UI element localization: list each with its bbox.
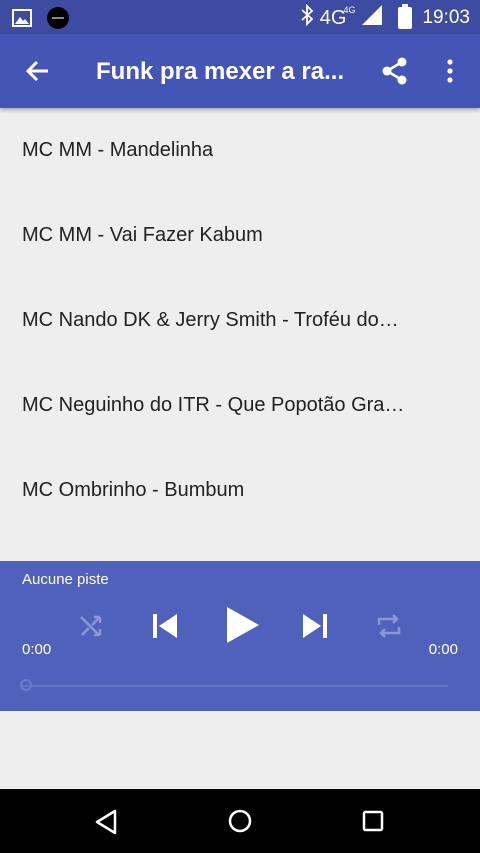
list-item[interactable]: MC MM - Vai Fazer Kabum	[0, 193, 480, 278]
skip-previous-icon[interactable]	[150, 611, 180, 641]
play-icon[interactable]	[223, 605, 261, 645]
list-item[interactable]: MC Ombrinho - Bumbum	[0, 448, 480, 533]
app-bar: Funk pra mexer a ra...	[0, 34, 480, 108]
screen: 4G 4G 19:03 Funk pra mexer a ra... MC MM…	[0, 0, 480, 853]
list-item[interactable]: MC Neguinho do ITR - Que Popotão Gra…	[0, 363, 480, 448]
media-player: Aucune piste 0:00 0:00	[0, 561, 480, 711]
list-item[interactable]: MC MM - Mandelinha	[0, 108, 480, 193]
app-logo-icon	[46, 6, 70, 35]
nav-recents-icon[interactable]	[362, 810, 384, 837]
network-label: 4G	[319, 6, 347, 29]
nav-home-icon[interactable]	[228, 809, 252, 838]
bluetooth-icon	[300, 3, 314, 32]
page-title: Funk pra mexer a ra...	[96, 58, 345, 85]
now-playing-label: Aucune piste	[22, 571, 109, 588]
elapsed-time: 0:00	[22, 641, 52, 658]
status-bar: 4G 4G 19:03	[0, 0, 480, 34]
skip-next-icon[interactable]	[300, 611, 330, 641]
battery-icon	[398, 4, 413, 29]
signal-icon	[362, 5, 383, 31]
status-time: 19:03	[422, 7, 470, 28]
network-label-small: 4G	[343, 4, 356, 15]
track-title: MC Ombrinho - Bumbum	[22, 479, 245, 501]
track-title: MC Neguinho do ITR - Que Popotão Gra…	[22, 394, 405, 416]
repeat-icon[interactable]	[375, 613, 403, 639]
shuffle-icon[interactable]	[78, 613, 104, 639]
more-vert-icon[interactable]	[440, 56, 460, 86]
track-title: MC MM - Mandelinha	[22, 139, 214, 161]
back-arrow-icon[interactable]	[22, 55, 54, 87]
track-title: MC MM - Vai Fazer Kabum	[22, 224, 263, 246]
share-icon[interactable]	[380, 56, 410, 86]
list-item[interactable]: MC Nando DK & Jerry Smith - Troféu do…	[0, 278, 480, 363]
system-nav-bar	[0, 789, 480, 853]
total-duration: 0:00	[428, 641, 458, 658]
image-icon	[12, 9, 32, 32]
nav-back-icon[interactable]	[94, 809, 118, 840]
network-type: 4G 4G	[319, 5, 356, 30]
seek-thumb[interactable]	[20, 679, 32, 691]
track-title: MC Nando DK & Jerry Smith - Troféu do…	[22, 309, 399, 331]
track-list: MC MM - Mandelinha MC MM - Vai Fazer Kab…	[0, 108, 480, 533]
seek-bar[interactable]	[22, 685, 448, 687]
